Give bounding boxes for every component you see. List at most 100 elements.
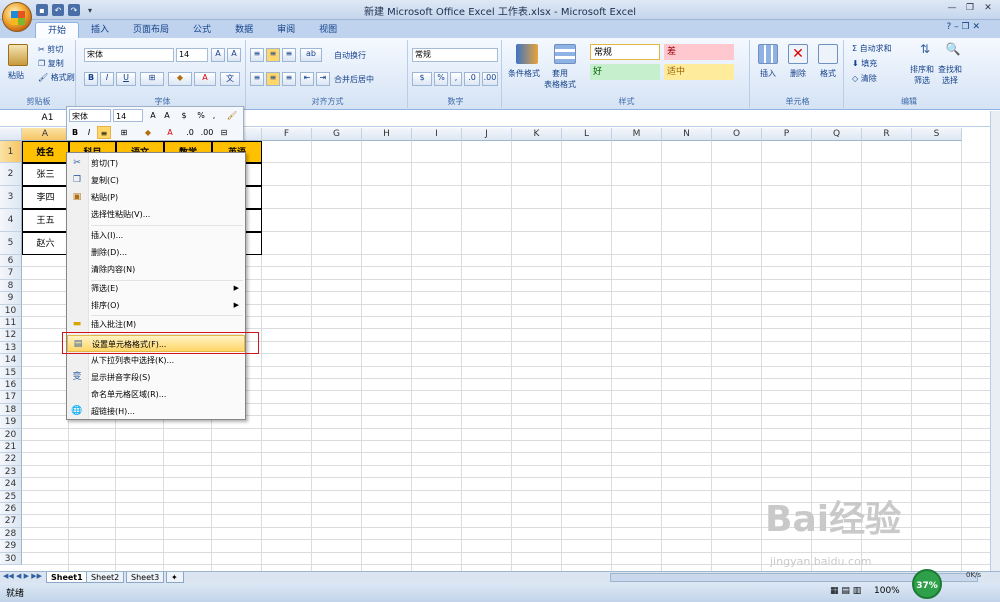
row-header[interactable]: 19 [0, 416, 22, 429]
bold-button[interactable]: B [84, 72, 98, 86]
row-header[interactable]: 25 [0, 490, 22, 503]
borders-icon[interactable]: ⊞ [140, 72, 164, 86]
menu-define-name[interactable]: 命名单元格区域(R)... [67, 386, 245, 403]
find-select-button[interactable]: 查找和 选择 [938, 64, 962, 86]
column-header[interactable]: S [912, 128, 962, 141]
shrink-font-icon[interactable]: A [227, 48, 241, 62]
tab-formulas[interactable]: 公式 [181, 22, 223, 38]
mini-size-select[interactable]: 14 [113, 109, 143, 122]
row-header[interactable]: 21 [0, 441, 22, 454]
style-normal[interactable]: 常规 [590, 44, 660, 60]
column-header[interactable]: F [262, 128, 312, 141]
row-header[interactable]: 10 [0, 304, 22, 317]
zoom-level[interactable]: 100% [874, 586, 900, 596]
menu-cut[interactable]: ✂ 剪切(T) [67, 155, 245, 172]
tab-data[interactable]: 数据 [223, 22, 265, 38]
insert-cells-button[interactable]: 插入 [760, 68, 776, 79]
insert-cells-icon[interactable] [758, 44, 778, 64]
mini-center-icon[interactable]: ≡ [97, 126, 111, 139]
format-as-table-button[interactable]: 套用 表格格式 [544, 68, 576, 90]
name-cell[interactable]: 张三 [22, 163, 69, 186]
column-header[interactable]: Q [812, 128, 862, 141]
tab-home[interactable]: 开始 [35, 22, 80, 38]
column-header[interactable]: A [22, 128, 69, 141]
row-header[interactable]: 26 [0, 503, 22, 516]
menu-hyperlink[interactable]: 🌐 超链接(H)... [67, 403, 245, 420]
column-header[interactable]: L [562, 128, 612, 141]
comma-icon[interactable]: , [450, 72, 462, 86]
column-header[interactable]: P [762, 128, 812, 141]
row-header[interactable]: 23 [0, 465, 22, 479]
align-center-icon[interactable]: ≡ [266, 72, 280, 86]
tab-insert[interactable]: 插入 [79, 22, 121, 38]
column-header[interactable]: N [662, 128, 712, 141]
fill-color-icon[interactable]: ◆ [168, 72, 192, 86]
row-header[interactable]: 6 [0, 255, 22, 268]
menu-pick-from-list[interactable]: 从下拉列表中选择(K)... [67, 352, 245, 369]
row-header[interactable]: 4 [0, 209, 22, 232]
decrease-decimal-icon[interactable]: .00 [482, 72, 498, 86]
font-size-select[interactable]: 14 [176, 48, 208, 62]
format-cells-button[interactable]: 格式 [820, 68, 836, 79]
row-header[interactable]: 13 [0, 341, 22, 355]
office-button[interactable] [2, 2, 32, 32]
mini-font-select[interactable]: 宋体 [69, 109, 111, 122]
row-header[interactable]: 2 [0, 163, 22, 186]
help-icon[interactable]: ? – ❐ ✕ [947, 22, 980, 32]
mini-italic-icon[interactable]: I [83, 126, 95, 139]
save-icon[interactable]: ▪ [36, 4, 48, 16]
row-header[interactable]: 8 [0, 279, 22, 293]
row-header[interactable]: 24 [0, 478, 22, 491]
row-header[interactable]: 28 [0, 527, 22, 541]
insert-sheet-icon[interactable]: ✦ [166, 572, 184, 583]
align-middle-icon[interactable]: ≡ [266, 48, 280, 62]
menu-sort[interactable]: 排序(O) ▶ [67, 297, 245, 314]
merge-center-button[interactable]: 合并后居中 [334, 74, 374, 85]
accounting-icon[interactable]: $ [412, 72, 432, 86]
sheet-tab-2[interactable]: Sheet2 [86, 572, 125, 583]
name-cell[interactable]: 李四 [22, 186, 69, 209]
sheet-tab-3[interactable]: Sheet3 [126, 572, 165, 583]
vertical-scrollbar[interactable] [990, 111, 1000, 572]
paste-icon[interactable] [8, 44, 28, 66]
mini-increase-decimal-icon[interactable]: .0 [183, 126, 197, 139]
mini-fill-color-icon[interactable]: ◆ [139, 126, 157, 139]
mini-grow-font-icon[interactable]: A [147, 109, 159, 122]
tab-page-layout[interactable]: 页面布局 [121, 22, 181, 38]
formula-input[interactable] [118, 111, 988, 126]
row-header[interactable]: 11 [0, 317, 22, 330]
close-button[interactable]: ✕ [980, 1, 996, 15]
autosum-button[interactable]: Σ 自动求和 [852, 43, 892, 54]
column-header[interactable]: I [412, 128, 462, 141]
align-bottom-icon[interactable]: ≡ [282, 48, 296, 62]
conditional-format-button[interactable]: 条件格式 [508, 68, 540, 79]
row-header[interactable]: 1 [0, 141, 22, 163]
row-header[interactable]: 29 [0, 540, 22, 553]
decrease-indent-icon[interactable]: ⇤ [300, 72, 314, 86]
row-header[interactable]: 22 [0, 453, 22, 466]
mini-shrink-font-icon[interactable]: A [161, 109, 173, 122]
column-header[interactable]: R [862, 128, 912, 141]
select-all-corner[interactable] [0, 128, 22, 141]
column-header[interactable]: O [712, 128, 762, 141]
delete-cells-icon[interactable]: ✕ [788, 44, 808, 64]
row-header[interactable]: 7 [0, 267, 22, 280]
mini-decrease-decimal-icon[interactable]: .00 [199, 126, 215, 139]
format-cells-icon[interactable] [818, 44, 838, 64]
clear-button[interactable]: ◇ 清除 [852, 73, 877, 84]
column-header[interactable]: G [312, 128, 362, 141]
column-header[interactable]: H [362, 128, 412, 141]
format-painter-button[interactable]: 🖌 格式刷 [38, 72, 75, 83]
font-name-select[interactable]: 宋体 [84, 48, 174, 62]
percent-button[interactable]: % [434, 72, 448, 86]
format-as-table-icon[interactable] [554, 44, 576, 64]
column-header[interactable]: M [612, 128, 662, 141]
undo-icon[interactable]: ↶ [52, 4, 64, 16]
phonetic-icon[interactable]: 文 [220, 72, 240, 86]
sheet-nav-icon[interactable]: ◀◀ ◀ ▶ ▶▶ [3, 572, 42, 580]
delete-cells-button[interactable]: 删除 [790, 68, 806, 79]
increase-indent-icon[interactable]: ⇥ [316, 72, 330, 86]
fill-button[interactable]: ⬇ 填充 [852, 58, 877, 69]
row-header[interactable]: 3 [0, 186, 22, 209]
column-header[interactable]: K [512, 128, 562, 141]
